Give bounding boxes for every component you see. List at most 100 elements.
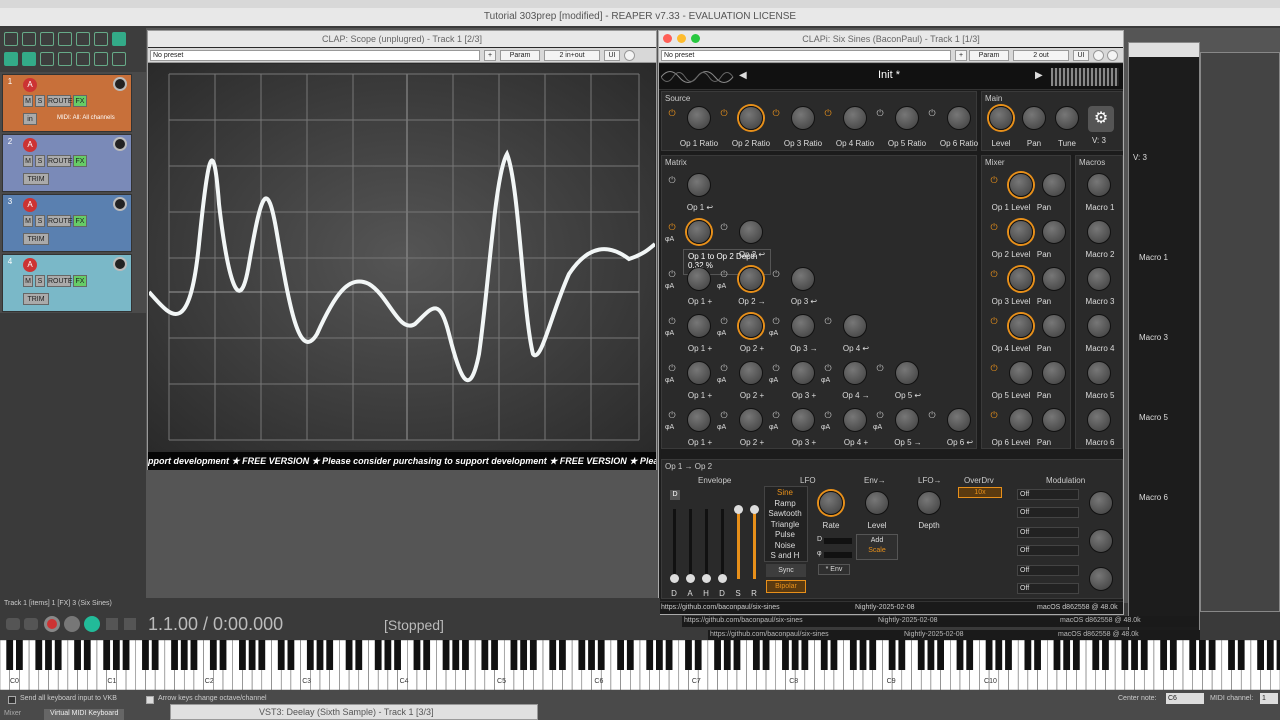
footer-url[interactable]: https://github.com/baconpaul/six-sines [684, 617, 803, 624]
op-pan-knob[interactable] [1042, 173, 1066, 197]
modulation-depth-knob[interactable] [1089, 529, 1113, 553]
power-toggle-icon[interactable]: ⏻ [989, 316, 999, 326]
power-toggle-icon[interactable]: ⏻ [667, 316, 677, 326]
envelope-slider-handle[interactable] [702, 574, 711, 583]
black-key[interactable] [510, 640, 518, 670]
phase-toggle[interactable]: φA [665, 283, 674, 290]
black-key[interactable] [617, 640, 624, 670]
matrix-knob[interactable] [687, 314, 711, 338]
power-toggle-icon[interactable]: ⏻ [667, 222, 677, 232]
toolbar-icon[interactable] [22, 52, 36, 66]
black-key[interactable] [219, 640, 227, 670]
fx-button[interactable]: FX [73, 215, 87, 227]
power-toggle-icon[interactable]: ⏻ [989, 410, 999, 420]
power-toggle-icon[interactable]: ⏻ [719, 410, 729, 420]
track-1[interactable]: 1 A M S ROUTE FX in MIDI: All: All chann… [2, 74, 132, 132]
matrix-knob[interactable] [739, 361, 763, 385]
stacked-plugin-window[interactable]: V: 3 Macro 1 Macro 3 Macro 5 Macro 6 [1128, 42, 1200, 657]
power-toggle-icon[interactable]: ⏻ [771, 316, 781, 326]
io-button[interactable]: 2 out [1013, 50, 1069, 61]
black-key[interactable] [394, 640, 401, 670]
bypass-checkbox[interactable] [1107, 50, 1118, 61]
power-toggle-icon[interactable]: ⏻ [771, 269, 781, 279]
arrow-keys-checkbox[interactable] [146, 696, 154, 704]
send-all-checkbox[interactable] [8, 696, 16, 704]
black-key[interactable] [54, 640, 62, 670]
black-key[interactable] [16, 640, 23, 670]
envelope-slider[interactable] [705, 509, 708, 579]
matrix-knob[interactable] [947, 408, 971, 432]
black-key[interactable] [626, 640, 634, 670]
black-key[interactable] [452, 640, 460, 670]
black-key[interactable] [142, 640, 149, 670]
matrix-knob[interactable] [687, 408, 711, 432]
envelope-slider[interactable] [737, 509, 740, 579]
matrix-knob[interactable] [687, 267, 711, 291]
black-key[interactable] [171, 640, 178, 670]
power-toggle-icon[interactable]: ⏻ [823, 316, 833, 326]
envelope-slider-handle[interactable] [670, 574, 679, 583]
black-key[interactable] [1121, 640, 1129, 670]
macro-knob[interactable] [1087, 220, 1111, 244]
power-toggle-icon[interactable]: ⏻ [719, 363, 729, 373]
matrix-knob[interactable] [791, 267, 815, 291]
black-key[interactable] [791, 640, 799, 670]
param-button[interactable]: Param [969, 50, 1009, 61]
matrix-knob[interactable] [895, 361, 919, 385]
volume-knob[interactable] [113, 137, 127, 151]
mute-button[interactable]: M [23, 155, 33, 167]
power-toggle-icon[interactable]: ⏻ [823, 108, 833, 118]
toolbar-icon[interactable] [94, 32, 108, 46]
black-key[interactable] [801, 640, 809, 670]
env-level-knob[interactable] [865, 491, 889, 515]
lfo-phase-slider[interactable] [824, 552, 852, 558]
op-ratio-knob[interactable] [739, 106, 763, 130]
macro-knob[interactable] [1087, 267, 1111, 291]
matrix-knob[interactable] [687, 220, 711, 244]
midi-channel-field[interactable]: 1 [1260, 693, 1278, 704]
toolbar-icon[interactable] [22, 32, 36, 46]
phase-toggle[interactable]: φA [717, 330, 726, 337]
black-key[interactable] [248, 640, 256, 670]
black-key[interactable] [694, 640, 702, 670]
envelope-slider[interactable] [689, 509, 692, 579]
black-key[interactable] [103, 640, 111, 670]
matrix-knob[interactable] [739, 408, 763, 432]
black-key[interactable] [1063, 640, 1071, 670]
black-key[interactable] [849, 640, 857, 670]
track-3[interactable]: 3 A M S ROUTE FX TRIM [2, 194, 132, 252]
center-note-field[interactable]: C6 [1166, 693, 1204, 704]
solo-button[interactable]: S [35, 275, 45, 287]
black-key[interactable] [549, 640, 557, 670]
phase-toggle[interactable]: φA [665, 424, 674, 431]
preset-select[interactable]: No preset [150, 50, 480, 61]
black-key[interactable] [782, 640, 789, 670]
matrix-knob[interactable] [739, 267, 763, 291]
record-icon[interactable] [44, 616, 60, 632]
fx-button[interactable]: FX [73, 155, 87, 167]
matrix-knob[interactable] [687, 361, 711, 385]
modulation-source-select[interactable]: Off [1017, 583, 1079, 594]
black-key[interactable] [830, 640, 838, 670]
black-key[interactable] [481, 640, 489, 670]
black-key[interactable] [112, 640, 120, 670]
power-toggle-icon[interactable]: ⏻ [719, 269, 729, 279]
stop-icon[interactable] [106, 618, 118, 630]
black-key[interactable] [1102, 640, 1109, 670]
black-key[interactable] [6, 640, 14, 670]
ui-button[interactable]: UI [1073, 50, 1089, 61]
lfo-shape-option[interactable]: Ramp [765, 499, 805, 508]
black-key[interactable] [83, 640, 91, 670]
route-button[interactable]: ROUTE [47, 155, 73, 167]
toolbar-icon[interactable] [76, 52, 90, 66]
six-sines-plugin-window[interactable]: CLAPi: Six Sines (BaconPaul) - Track 1 [… [658, 30, 1124, 615]
route-button[interactable]: ROUTE [47, 215, 73, 227]
power-toggle-icon[interactable]: ⏻ [667, 363, 677, 373]
lfo-shape-option[interactable]: Sawtooth [765, 509, 805, 518]
modulation-depth-knob[interactable] [1089, 491, 1113, 515]
black-key[interactable] [1005, 640, 1012, 670]
black-key[interactable] [35, 640, 43, 670]
black-key[interactable] [665, 640, 673, 670]
power-toggle-icon[interactable]: ⏻ [667, 175, 677, 185]
phase-toggle[interactable]: φA [821, 377, 830, 384]
